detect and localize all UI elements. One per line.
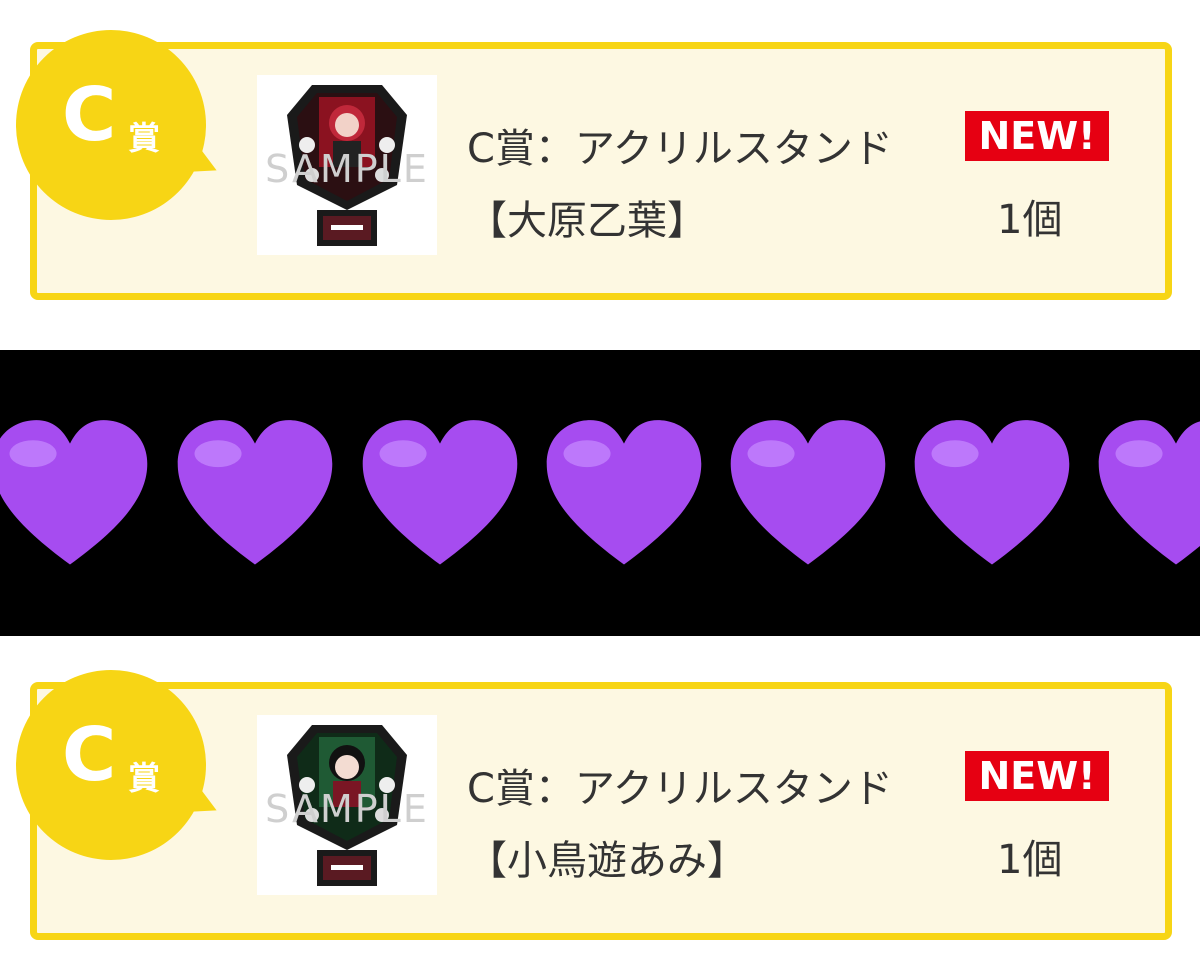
rank-badge: C 賞 bbox=[16, 670, 206, 860]
prize-quantity: 1個 bbox=[997, 197, 1063, 243]
product-image[interactable]: SAMPLE bbox=[257, 715, 437, 895]
rank-suffix: 賞 bbox=[128, 119, 161, 157]
purple-heart-icon bbox=[177, 420, 333, 565]
purple-heart-icon bbox=[546, 420, 702, 565]
prize-title[interactable]: C賞：アクリルスタンド【大原乙葉】 bbox=[467, 113, 947, 257]
purple-heart-icon bbox=[0, 420, 148, 565]
new-badge: NEW! bbox=[965, 111, 1109, 161]
prize-quantity: 1個 bbox=[997, 837, 1063, 883]
purple-heart-banner bbox=[0, 350, 1200, 636]
rank-badge: C 賞 bbox=[16, 30, 206, 220]
sample-watermark: SAMPLE bbox=[265, 787, 429, 831]
purple-heart-icon bbox=[362, 420, 518, 565]
purple-heart-icon bbox=[730, 420, 886, 565]
prize-title[interactable]: C賞：アクリルスタンド【小鳥遊あみ】 bbox=[467, 753, 947, 897]
rank-suffix: 賞 bbox=[128, 759, 161, 797]
new-badge: NEW! bbox=[965, 751, 1109, 801]
purple-heart-icon bbox=[914, 420, 1070, 565]
product-image[interactable]: SAMPLE bbox=[257, 75, 437, 255]
sample-watermark: SAMPLE bbox=[265, 147, 429, 191]
rank-letter: C bbox=[62, 712, 117, 798]
purple-heart-icon bbox=[1098, 420, 1200, 565]
rank-letter: C bbox=[62, 72, 117, 158]
